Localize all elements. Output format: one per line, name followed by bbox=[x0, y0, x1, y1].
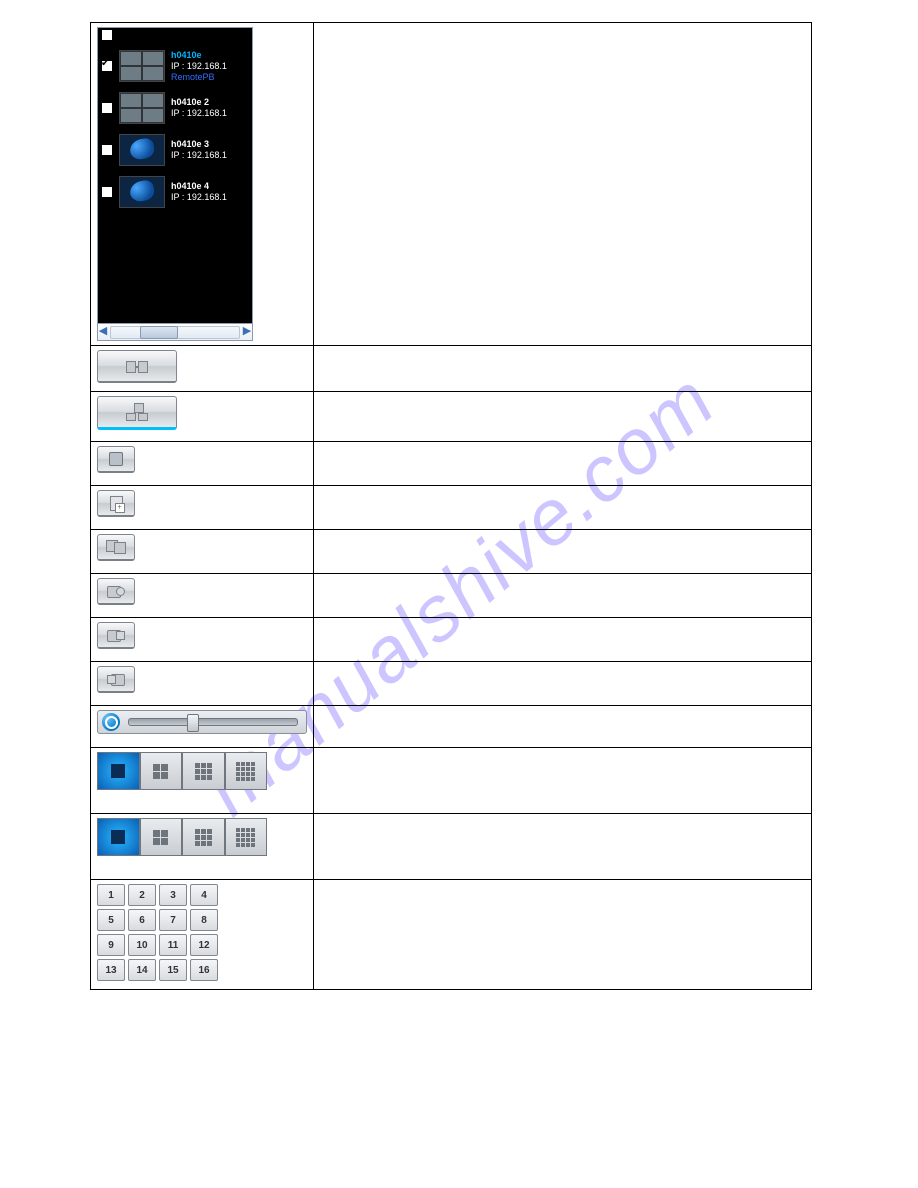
layout-group-b bbox=[97, 818, 267, 856]
group-button[interactable] bbox=[97, 534, 135, 561]
camera-row[interactable]: h0410e 4 IP : 192.168.1 bbox=[98, 173, 252, 211]
camera-extra: RemotePB bbox=[171, 72, 227, 83]
channel-key[interactable]: 11 bbox=[159, 934, 187, 956]
camera-thumbnail bbox=[119, 134, 165, 166]
add-doc-button[interactable]: + bbox=[97, 490, 135, 517]
channel-key[interactable]: 5 bbox=[97, 909, 125, 931]
settings-icon bbox=[109, 452, 123, 466]
camera-name: h0410e 2 bbox=[171, 97, 227, 108]
camera-ip: IP : 192.168.1 bbox=[171, 108, 227, 119]
camera-ip: IP : 192.168.1 bbox=[171, 150, 227, 161]
channel-key[interactable]: 2 bbox=[128, 884, 156, 906]
layout-1-button[interactable] bbox=[97, 752, 140, 790]
layout-9-button[interactable] bbox=[182, 818, 225, 856]
camera-list-panel: h0410e IP : 192.168.1 RemotePB h0410e 2 … bbox=[97, 27, 253, 341]
camera-checkbox[interactable] bbox=[101, 60, 113, 72]
channel-keypad: 1 2 3 4 5 6 7 8 9 10 11 12 13 14 15 16 bbox=[97, 884, 307, 981]
camera-thumbnail bbox=[119, 176, 165, 208]
record-start-button[interactable] bbox=[97, 622, 135, 649]
settings-button[interactable] bbox=[97, 446, 135, 473]
camera-ip: IP : 192.168.1 bbox=[171, 192, 227, 203]
camera-list-header bbox=[98, 28, 252, 43]
layout-1-button[interactable] bbox=[97, 818, 140, 856]
camera-checkbox[interactable] bbox=[101, 102, 113, 114]
channel-key[interactable]: 8 bbox=[190, 909, 218, 931]
slider-track[interactable] bbox=[128, 718, 298, 726]
channel-key[interactable]: 15 bbox=[159, 959, 187, 981]
camera-thumbnail bbox=[119, 50, 165, 82]
slider-handle[interactable] bbox=[187, 714, 199, 732]
zoom-slider[interactable] bbox=[97, 710, 307, 734]
horizontal-scrollbar[interactable]: ◀ ▶ bbox=[98, 323, 252, 340]
connect-button[interactable] bbox=[97, 350, 177, 383]
camera-name: h0410e 3 bbox=[171, 139, 227, 150]
channel-key[interactable]: 3 bbox=[159, 884, 187, 906]
channel-key[interactable]: 14 bbox=[128, 959, 156, 981]
record-stop-icon bbox=[107, 673, 125, 685]
scroll-right-icon[interactable]: ▶ bbox=[242, 326, 252, 338]
camera-row[interactable]: h0410e IP : 192.168.1 RemotePB bbox=[98, 47, 252, 85]
channel-key[interactable]: 9 bbox=[97, 934, 125, 956]
camera-name: h0410e 4 bbox=[171, 181, 227, 192]
layout-4-button[interactable] bbox=[140, 818, 183, 856]
scroll-left-icon[interactable]: ◀ bbox=[98, 326, 108, 338]
document-add-icon: + bbox=[110, 496, 123, 511]
layout-4-button[interactable] bbox=[140, 752, 183, 790]
camera-icon bbox=[107, 585, 125, 597]
network-icon bbox=[124, 403, 150, 421]
channel-key[interactable]: 7 bbox=[159, 909, 187, 931]
channel-key[interactable]: 1 bbox=[97, 884, 125, 906]
camera-checkbox[interactable] bbox=[101, 144, 113, 156]
layout-16-button[interactable] bbox=[225, 818, 268, 856]
channel-key[interactable]: 13 bbox=[97, 959, 125, 981]
camera-name: h0410e bbox=[171, 50, 227, 61]
snapshot-button[interactable] bbox=[97, 578, 135, 605]
camera-row[interactable]: h0410e 3 IP : 192.168.1 bbox=[98, 131, 252, 169]
select-all-checkbox[interactable] bbox=[101, 29, 113, 41]
scroll-thumb[interactable] bbox=[140, 326, 178, 339]
camera-checkbox[interactable] bbox=[101, 186, 113, 198]
layout-9-button[interactable] bbox=[182, 752, 225, 790]
network-button[interactable] bbox=[97, 396, 177, 430]
record-start-icon bbox=[107, 629, 125, 641]
layout-group-a bbox=[97, 752, 267, 790]
channel-key[interactable]: 6 bbox=[128, 909, 156, 931]
camera-thumbnail bbox=[119, 92, 165, 124]
channel-key[interactable]: 10 bbox=[128, 934, 156, 956]
channel-key[interactable]: 16 bbox=[190, 959, 218, 981]
record-stop-button[interactable] bbox=[97, 666, 135, 693]
magnifier-icon bbox=[102, 713, 120, 731]
layout-16-button[interactable] bbox=[225, 752, 268, 790]
channel-key[interactable]: 12 bbox=[190, 934, 218, 956]
camera-ip: IP : 192.168.1 bbox=[171, 61, 227, 72]
channel-key[interactable]: 4 bbox=[190, 884, 218, 906]
group-icon bbox=[106, 540, 126, 554]
controls-table: h0410e IP : 192.168.1 RemotePB h0410e 2 … bbox=[90, 22, 812, 990]
camera-row[interactable]: h0410e 2 IP : 192.168.1 bbox=[98, 89, 252, 127]
connect-icon bbox=[126, 358, 148, 374]
